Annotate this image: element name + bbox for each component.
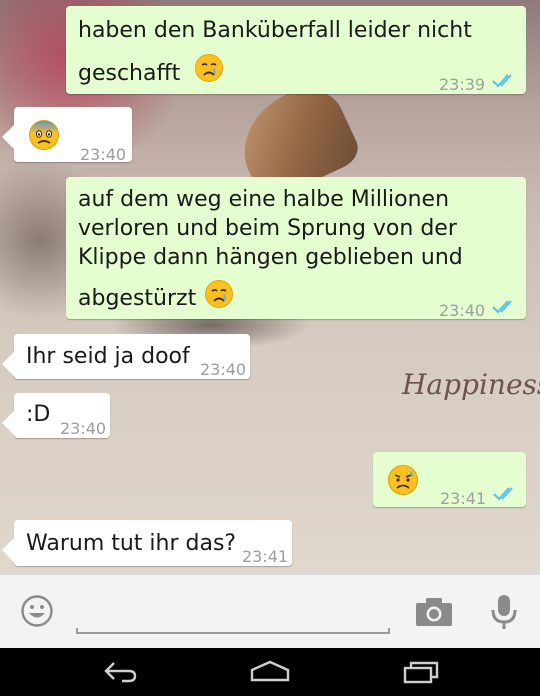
smiley-icon[interactable] (20, 594, 54, 628)
message-bubble-incoming[interactable]: Ihr seid ja doof 23:40 (14, 334, 250, 379)
message-text: haben den Banküberfall leider nicht (78, 18, 472, 43)
message-timestamp: 23:40 (200, 360, 247, 379)
message-text: auf dem weg eine halbe Millionen (78, 187, 450, 212)
message-timestamp: 23:40 (80, 145, 127, 164)
message-bubble-outgoing[interactable]: 23:41 (373, 452, 526, 508)
message-text: Ihr seid ja doof (26, 344, 190, 369)
back-icon[interactable] (102, 660, 138, 684)
message-text: verloren und beim Sprung von der (78, 216, 457, 241)
message-text: geschafft (78, 61, 181, 86)
system-navigation-bar (0, 648, 540, 696)
read-receipt-icon (493, 487, 513, 501)
message-bubble-incoming[interactable]: 23:40 (14, 107, 132, 164)
camera-icon[interactable] (415, 597, 453, 627)
crying-face-icon (195, 54, 223, 82)
crying-face-icon (205, 280, 233, 308)
message-input-bar (0, 574, 540, 649)
microphone-icon[interactable] (490, 593, 518, 631)
message-input-field[interactable] (76, 628, 390, 634)
message-bubble-outgoing[interactable]: haben den Banküberfall leider nicht gesc… (66, 6, 526, 94)
home-icon[interactable] (250, 660, 290, 684)
message-text: Klippe dann hängen geblieben und (78, 245, 463, 270)
message-bubble-incoming[interactable]: :D 23:40 (14, 393, 110, 438)
wallpaper-script-text: Happiness (402, 368, 540, 401)
message-timestamp: 23:41 (440, 489, 487, 508)
message-text: Warum tut ihr das? (26, 531, 237, 556)
message-timestamp: 23:40 (439, 301, 486, 320)
chat-area[interactable]: Happiness haben den Banküberfall leider … (0, 0, 540, 574)
disappointed-relieved-face-icon (388, 465, 418, 495)
message-text: :D (26, 402, 51, 427)
message-timestamp: 23:40 (60, 419, 107, 438)
message-text: abgestürzt (78, 286, 197, 311)
message-timestamp: 23:41 (242, 547, 289, 566)
recent-apps-icon[interactable] (403, 660, 439, 684)
read-receipt-icon (492, 74, 512, 88)
message-timestamp: 23:39 (439, 75, 486, 94)
read-receipt-icon (492, 300, 512, 314)
message-bubble-incoming[interactable]: Warum tut ihr das? 23:41 (14, 520, 292, 566)
fearful-face-icon (29, 120, 59, 150)
message-bubble-outgoing[interactable]: auf dem weg eine halbe Millionen verlore… (66, 177, 526, 320)
